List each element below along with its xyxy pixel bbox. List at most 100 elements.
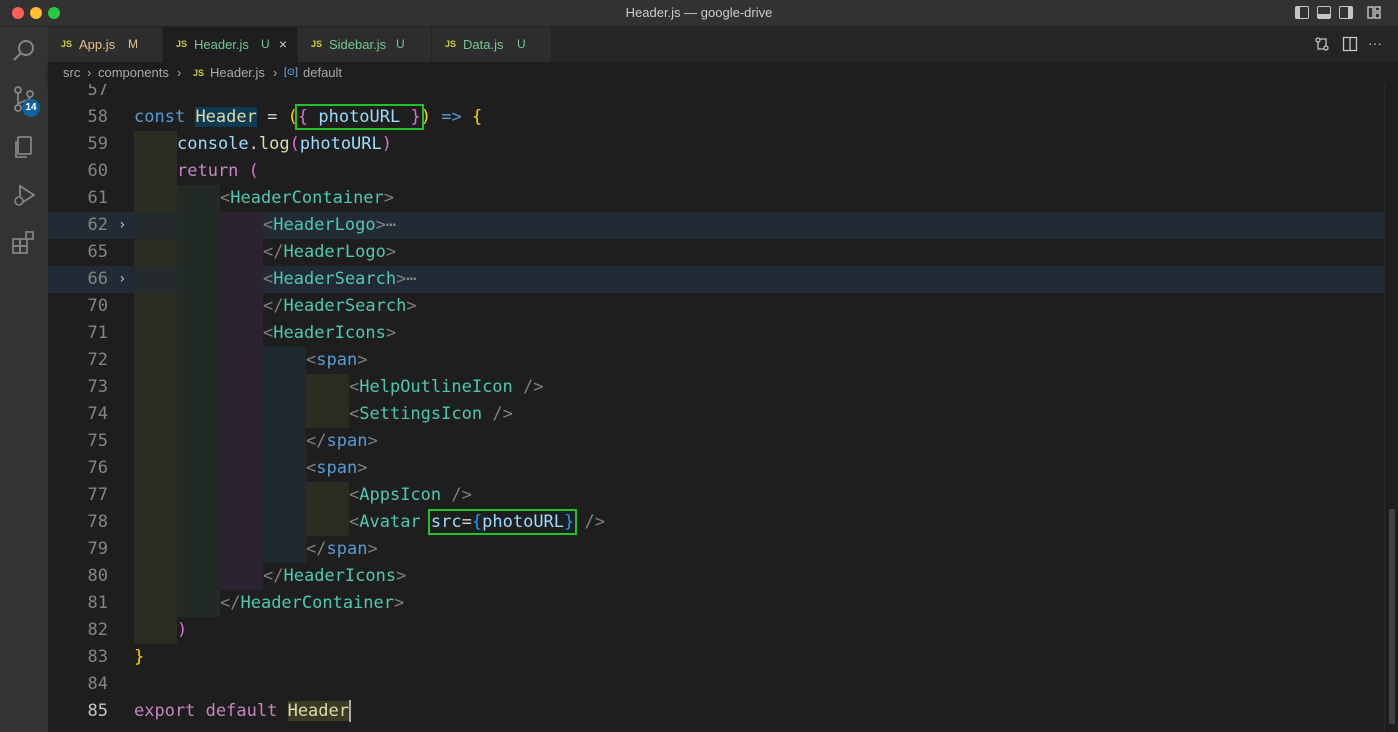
js-file-icon: JS xyxy=(193,68,205,78)
code-token: > xyxy=(406,296,417,316)
chevron-right-icon[interactable]: › xyxy=(118,212,126,239)
line-number: 84 xyxy=(87,674,108,694)
scrollbar-thumb[interactable] xyxy=(1389,509,1395,724)
line-number: 60 xyxy=(87,161,108,181)
customize-layout-icon[interactable] xyxy=(1367,6,1381,19)
code-token: photoURL xyxy=(482,512,565,532)
code-token: export xyxy=(134,701,196,721)
line-number: 58 xyxy=(87,107,108,127)
code-token: ) xyxy=(381,134,393,154)
code-token: < xyxy=(349,485,360,505)
more-actions-icon[interactable]: ··· xyxy=(1368,27,1382,62)
line-number: 71 xyxy=(87,323,108,343)
run-debug-icon[interactable] xyxy=(8,179,40,211)
src-prop-highlight-box: src={photoURL} xyxy=(427,509,578,535)
tab-label: Sidebar.js xyxy=(329,37,387,52)
code-token: < xyxy=(263,269,274,289)
code-token: > xyxy=(396,566,407,586)
code-token: < xyxy=(263,323,274,343)
code-line: 75 </span> xyxy=(48,428,1384,455)
tab-git-status: U xyxy=(261,37,270,51)
code-token: </ xyxy=(220,593,241,613)
code-editor[interactable]: 57 58 const Header = ({ photoURL }) => {… xyxy=(48,84,1398,732)
line-number: 57 xyxy=(87,84,108,100)
line-number: 76 xyxy=(87,458,108,478)
code-line: 81 </HeaderContainer> xyxy=(48,590,1384,617)
code-token: Header xyxy=(287,701,349,721)
code-token: > xyxy=(383,188,395,208)
code-line: 61 <HeaderContainer> xyxy=(48,185,1384,212)
code-token: > xyxy=(357,458,368,478)
chevron-right-icon: › xyxy=(273,65,278,80)
code-token: span xyxy=(326,539,368,559)
line-number: 78 xyxy=(87,512,108,532)
code-token: ) xyxy=(420,107,431,127)
code-token: return xyxy=(177,161,239,181)
code-line: 60 return ( xyxy=(48,158,1384,185)
tab-git-status: U xyxy=(517,37,526,51)
code-token: < xyxy=(263,215,274,235)
code-line: 82 ) xyxy=(48,617,1384,644)
code-token: => xyxy=(441,107,462,127)
line-number: 81 xyxy=(87,593,108,613)
code-line: 70 </HeaderSearch> xyxy=(48,293,1384,320)
props-highlight-box: { photoURL } xyxy=(294,104,424,130)
tab-sidebar-js[interactable]: JS Sidebar.js U xyxy=(298,27,432,62)
code-token: default xyxy=(205,701,278,721)
code-line: 84 xyxy=(48,671,1384,698)
editor-scrollbar[interactable] xyxy=(1384,84,1398,732)
line-number: 82 xyxy=(87,620,108,640)
code-line: 80 </HeaderIcons> xyxy=(48,563,1384,590)
code-token: /> xyxy=(584,512,606,532)
code-token: HeaderIcons xyxy=(283,566,397,586)
js-file-icon: JS xyxy=(445,39,457,49)
search-icon[interactable] xyxy=(8,35,40,67)
folded-ellipsis-icon[interactable]: ⋯ xyxy=(406,269,416,289)
code-token: /> xyxy=(523,377,544,397)
breadcrumb-src[interactable]: src xyxy=(63,62,80,84)
code-token: src xyxy=(430,512,462,532)
js-file-icon: JS xyxy=(311,39,323,49)
code-token: < xyxy=(349,377,360,397)
code-token: const xyxy=(134,107,186,127)
code-token: SettingsIcon xyxy=(359,404,483,424)
tab-app-js[interactable]: JS App.js M xyxy=(48,27,163,62)
breadcrumb-default[interactable]: default xyxy=(303,62,342,84)
open-changes-icon[interactable] xyxy=(1314,36,1330,52)
editor-tab-bar: JS App.js M JS Header.js U × JS Sidebar.… xyxy=(48,27,1398,62)
code-token: { xyxy=(471,107,483,127)
code-token: { xyxy=(297,107,309,127)
code-token: HeaderIcons xyxy=(273,323,386,343)
code-token: < xyxy=(349,404,360,424)
line-number: 83 xyxy=(87,647,108,667)
code-line: 73 <HelpOutlineIcon /> xyxy=(48,374,1384,401)
toggle-primary-sidebar-icon[interactable] xyxy=(1295,6,1309,19)
chevron-right-icon[interactable]: › xyxy=(118,266,126,293)
folded-ellipsis-icon[interactable]: ⋯ xyxy=(386,215,396,235)
breadcrumb-components[interactable]: components xyxy=(98,62,169,84)
code-token: = xyxy=(461,512,472,532)
breadcrumb-header-js[interactable]: Header.js xyxy=(210,62,265,84)
close-tab-icon[interactable]: × xyxy=(279,27,287,62)
extensions-icon[interactable] xyxy=(8,227,40,259)
split-editor-icon[interactable] xyxy=(1342,36,1358,52)
line-number: 70 xyxy=(87,296,108,316)
code-token: photoURL xyxy=(299,134,382,154)
source-control-icon[interactable]: 14 xyxy=(8,83,40,117)
tab-header-js[interactable]: JS Header.js U × xyxy=(163,27,298,62)
code-token: HeaderContainer xyxy=(230,188,384,208)
code-line: 62 › <HeaderLogo>⋯ xyxy=(48,212,1384,239)
line-number: 65 xyxy=(87,242,108,262)
explorer-icon[interactable] xyxy=(8,131,40,163)
code-token: Avatar xyxy=(359,512,421,532)
toggle-secondary-sidebar-icon[interactable] xyxy=(1339,6,1353,19)
code-line: 78 <Avatar src={photoURL} /> xyxy=(48,509,1384,536)
code-token: /> xyxy=(492,404,513,424)
tab-data-js[interactable]: JS Data.js U xyxy=(432,27,552,62)
code-line: 79 </span> xyxy=(48,536,1384,563)
line-number: 79 xyxy=(87,539,108,559)
code-token: log xyxy=(258,134,290,154)
window-title: Header.js — google-drive xyxy=(625,5,773,20)
toggle-panel-icon[interactable] xyxy=(1317,6,1331,19)
code-token: photoURL xyxy=(318,107,401,127)
